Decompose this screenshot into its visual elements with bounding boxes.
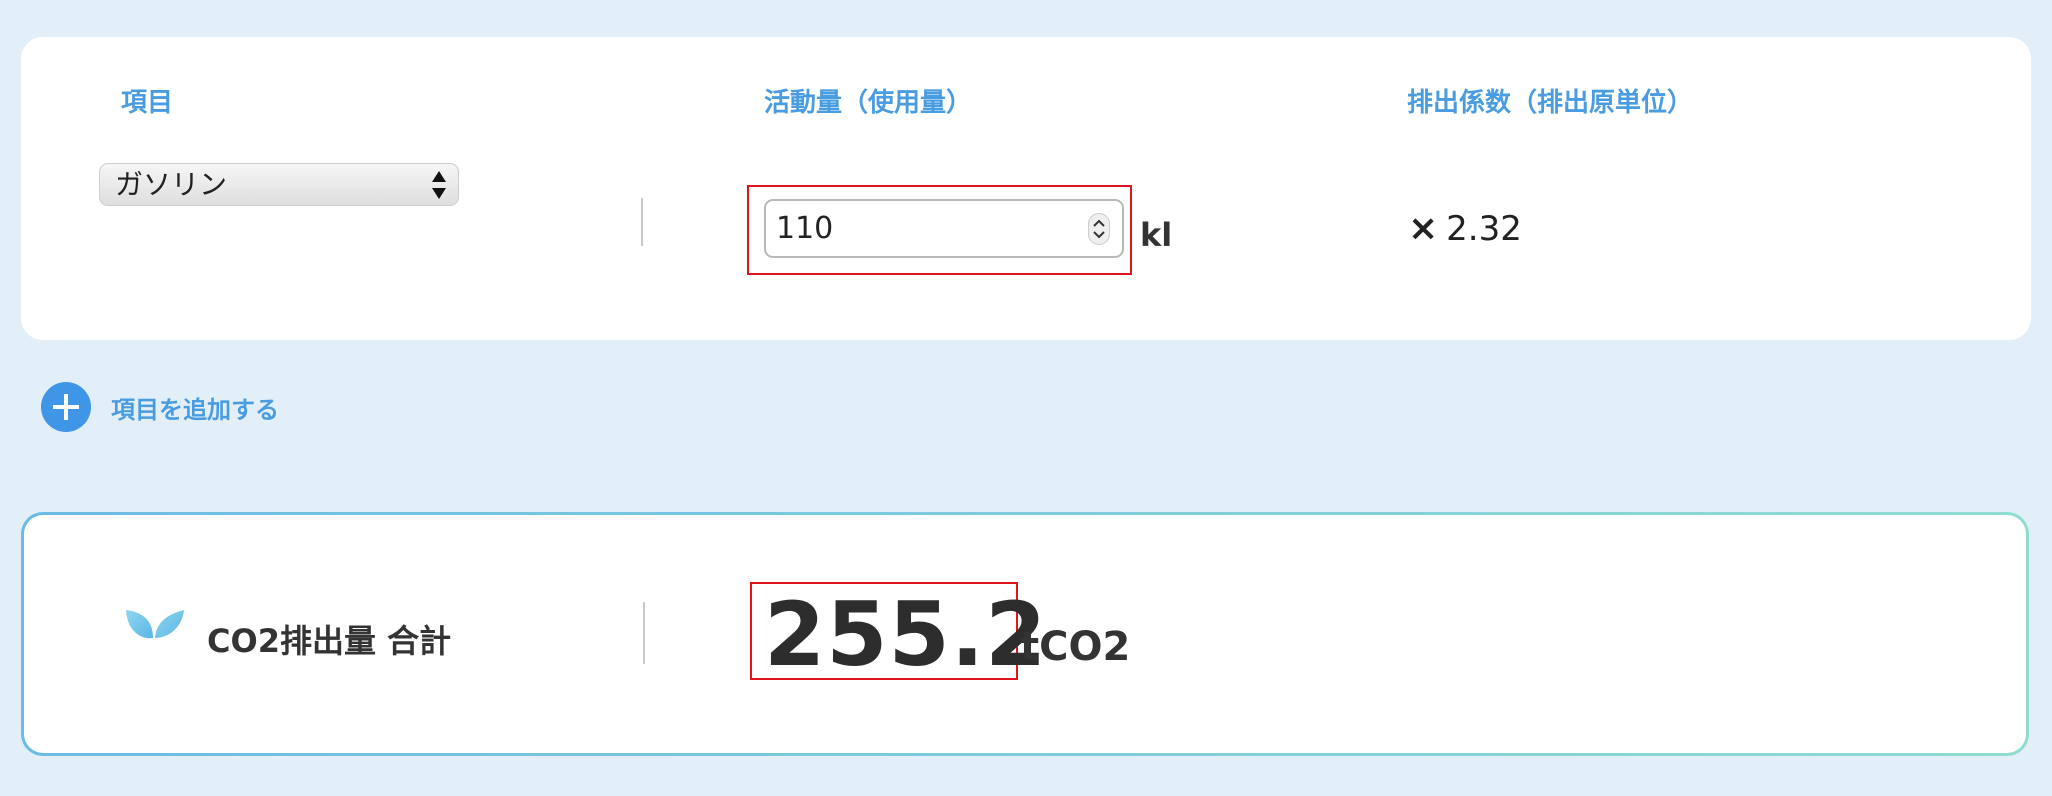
- header-factor: 排出係数（排出原単位）: [1407, 88, 1694, 118]
- activity-input[interactable]: 110: [764, 199, 1124, 258]
- header-item: 項目: [121, 88, 174, 118]
- add-item-button[interactable]: 項目を追加する: [41, 382, 279, 432]
- select-arrows-icon: [432, 171, 446, 199]
- activity-input-value: 110: [776, 211, 834, 246]
- total-label: CO2排出量 合計: [207, 622, 452, 660]
- item-select[interactable]: ガソリン: [99, 163, 459, 206]
- activity-unit: kl: [1140, 216, 1173, 254]
- column-divider: [641, 198, 643, 246]
- emission-factor: × 2.32: [1408, 208, 1522, 249]
- total-value: 255.2: [764, 583, 1048, 686]
- total-unit: tCO2: [1020, 624, 1131, 670]
- total-divider: [643, 602, 645, 664]
- sprout-icon: [126, 610, 184, 664]
- spinner-icon[interactable]: [1088, 213, 1110, 245]
- plus-icon: [41, 382, 91, 432]
- emission-factor-value: 2.32: [1446, 209, 1522, 249]
- multiply-symbol: ×: [1408, 208, 1439, 249]
- add-item-label: 項目を追加する: [111, 395, 279, 424]
- item-select-value: ガソリン: [115, 168, 228, 201]
- header-activity: 活動量（使用量）: [764, 88, 973, 118]
